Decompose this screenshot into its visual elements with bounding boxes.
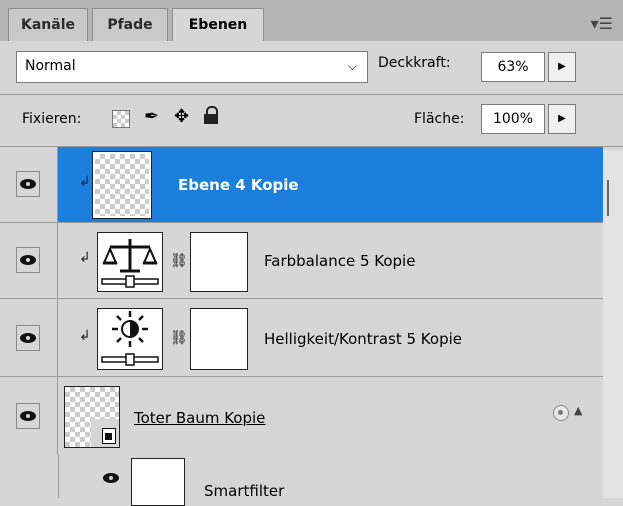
layer-row-farbbalance-5-kopie[interactable]: ↲ ⛓ Farbbalance 5 Kopie — [0, 223, 603, 299]
panel-menu-icon[interactable]: ▾☰ — [591, 14, 613, 33]
divider — [0, 94, 623, 95]
eye-icon[interactable] — [100, 469, 122, 491]
clip-arrow-icon: ↲ — [79, 174, 91, 190]
smart-object-thumbnail[interactable] — [64, 386, 120, 448]
layer-name: Toter Baum Kopie — [134, 409, 266, 427]
visibility-cell — [0, 147, 58, 222]
clip-arrow-icon: ↲ — [79, 328, 91, 344]
blend-mode-dropdown[interactable]: Normal ⌵ — [16, 51, 368, 83]
smart-object-badge-icon — [102, 428, 116, 444]
layer-row-ebene-4-kopie[interactable]: ↲ Ebene 4 Kopie — [0, 147, 603, 223]
tab-paths[interactable]: Pfade — [92, 8, 168, 41]
fill-field[interactable]: 100% — [481, 104, 545, 134]
tab-layers[interactable]: Ebenen — [172, 8, 264, 41]
layer-name: Smartfilter — [204, 482, 285, 500]
eye-icon[interactable] — [16, 403, 40, 429]
tab-channels[interactable]: Kanäle — [8, 8, 88, 41]
lock-position-move-icon[interactable]: ✥ — [174, 106, 189, 127]
layer-name: Ebene 4 Kopie — [178, 176, 299, 194]
visibility-cell — [0, 299, 58, 376]
layer-row-smartfilter[interactable]: Smartfilter — [0, 455, 603, 506]
layer-name: Farbbalance 5 Kopie — [264, 252, 416, 270]
opacity-label: Deckkraft: — [378, 55, 451, 71]
layer-thumbnail[interactable] — [92, 151, 152, 219]
collapse-arrow-icon[interactable]: ▲ — [574, 404, 582, 417]
chevron-down-icon: ⌵ — [347, 59, 357, 73]
opacity-slider-arrow-icon[interactable]: ▶ — [548, 52, 576, 82]
tab-bar: Kanäle Pfade Ebenen ▾☰ — [0, 0, 623, 41]
layers-list: ↲ Ebene 4 Kopie ↲ ⛓ Farbbalance 5 Kopie … — [0, 147, 603, 506]
clip-arrow-icon: ↲ — [79, 250, 91, 266]
eye-icon[interactable] — [16, 247, 40, 273]
color-balance-adjustment-icon[interactable] — [97, 232, 163, 292]
eye-icon[interactable] — [16, 171, 40, 197]
eye-icon[interactable] — [16, 325, 40, 351]
lock-all-icon[interactable] — [204, 106, 218, 124]
chain-link-icon[interactable]: ⛓ — [170, 330, 188, 346]
brightness-contrast-adjustment-icon[interactable] — [97, 308, 163, 370]
layer-name: Helligkeit/Kontrast 5 Kopie — [264, 330, 462, 348]
fill-label: Fläche: — [414, 111, 465, 127]
layer-row-helligkeit-kontrast-5-kopie[interactable]: ↲ ⛓ Helligkeit/Kontrast 5 Kopie — [0, 299, 603, 377]
opacity-field[interactable]: 63% — [481, 52, 545, 82]
layer-mask-thumbnail[interactable] — [190, 232, 248, 292]
visibility-cell — [0, 223, 58, 298]
smart-filter-mask-thumbnail[interactable] — [131, 458, 185, 506]
lock-label: Fixieren: — [22, 111, 82, 127]
fill-slider-arrow-icon[interactable]: ▶ — [548, 104, 576, 134]
visibility-cell — [0, 377, 58, 455]
smart-filter-indicator-icon[interactable] — [553, 405, 569, 421]
layer-mask-thumbnail[interactable] — [190, 308, 248, 370]
scrollbar[interactable] — [603, 150, 623, 498]
chain-link-icon[interactable]: ⛓ — [170, 253, 188, 269]
lock-image-brush-icon[interactable]: ✒ — [144, 106, 159, 127]
scrollbar-thumb[interactable] — [607, 180, 609, 216]
blend-mode-value: Normal — [25, 58, 76, 74]
layer-row-toter-baum-kopie[interactable]: Toter Baum Kopie ▲ — [0, 377, 603, 455]
lock-transparency-icon[interactable] — [112, 110, 130, 128]
